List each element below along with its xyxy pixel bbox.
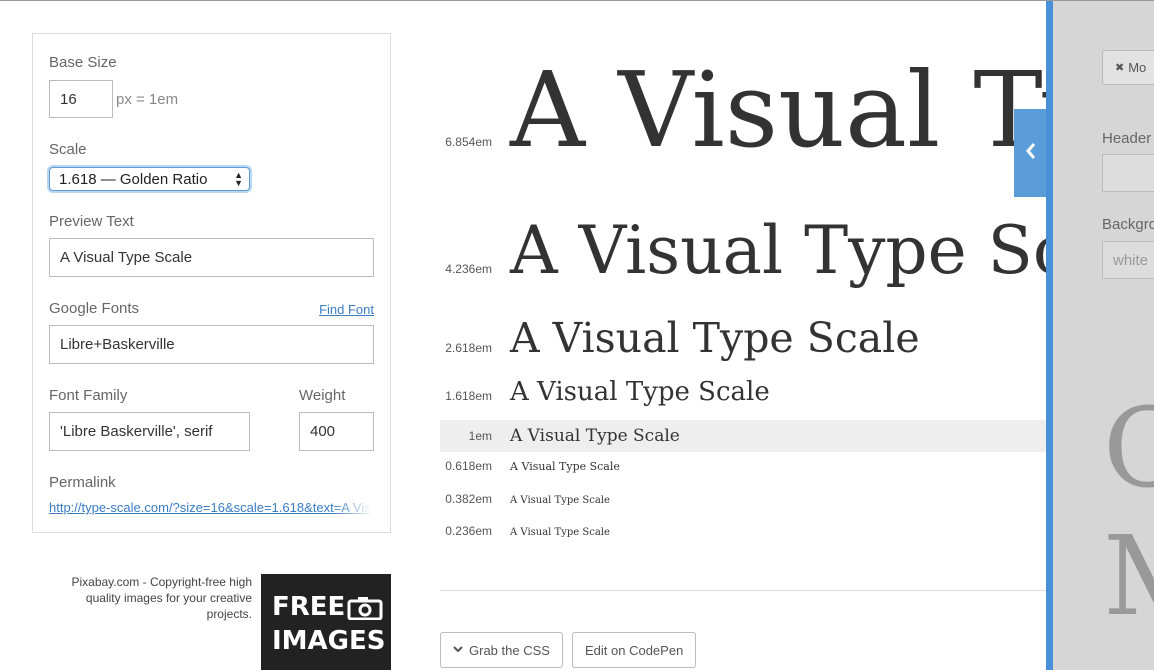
camera-icon [347, 596, 383, 626]
scale-select[interactable]: 1.618 — Golden Ratio ▲ ▼ [49, 167, 250, 191]
scale-row-text: A Visual Type Scale [510, 426, 680, 446]
panel-more-button[interactable]: ✖ Mo [1102, 50, 1154, 85]
scale-row: 6.854em A Visual Type Scale [440, 49, 1046, 171]
scale-row-text: A Visual Type Scale [510, 212, 1046, 289]
ad-image-line1: FREE [272, 592, 346, 622]
base-size-unit: px = 1em [116, 91, 179, 108]
settings-sidebar: Base Size px = 1em Scale 1.618 — Golden … [32, 33, 391, 533]
scale-row: 0.618em A Visual Type Scale [440, 459, 1046, 479]
scale-row-text: A Visual Type Scale [510, 527, 610, 538]
close-icon: ✖ [1115, 62, 1125, 74]
font-family-input-field[interactable] [60, 423, 239, 440]
header-input[interactable] [1102, 154, 1154, 192]
base-size-input[interactable] [49, 80, 113, 118]
scale-row-em: 1.618em [445, 389, 492, 403]
type-scale-preview: 6.854em A Visual Type Scale 4.236em A Vi… [440, 41, 1046, 601]
scale-row: 4.236em A Visual Type Scale [440, 212, 1046, 289]
base-size-label: Base Size [49, 54, 117, 71]
scale-row-base: 1em A Visual Type Scale [440, 420, 1046, 452]
panel-more-label: Mo [1128, 60, 1147, 75]
scale-row-em: 2.618em [445, 341, 492, 355]
scale-row-text: A Visual Type Scale [510, 49, 1046, 171]
font-family-input[interactable] [49, 412, 250, 451]
google-fonts-input[interactable] [49, 325, 374, 364]
scale-select-value: 1.618 — Golden Ratio [59, 170, 208, 188]
scale-row: 1.618em A Visual Type Scale [440, 377, 1046, 411]
grab-css-button[interactable]: Grab the CSS [440, 632, 563, 668]
ad-image[interactable]: FREE IMAGES [261, 574, 391, 670]
chevron-left-icon [1025, 140, 1037, 166]
panel-toggle-button[interactable] [1014, 109, 1048, 197]
ad-image-line2: IMAGES [272, 626, 386, 656]
header-label: Header [1102, 130, 1152, 147]
scale-label: Scale [49, 141, 87, 158]
preview-text-input[interactable] [49, 238, 374, 277]
scale-row-text: A Visual Type Scale [510, 377, 770, 407]
scale-row-text: A Visual Type Scale [510, 460, 620, 473]
font-family-label: Font Family [49, 387, 128, 404]
permalink-label: Permalink [49, 474, 116, 491]
chevron-down-icon [453, 644, 463, 656]
permalink-link[interactable]: http://type-scale.com/?size=16&scale=1.6… [49, 500, 371, 515]
panel-preview-letter: C [1103, 393, 1154, 503]
base-size-input-field[interactable] [60, 90, 102, 108]
preview-text-label: Preview Text [49, 213, 134, 230]
background-input[interactable]: white [1102, 241, 1154, 279]
permalink-fade [333, 496, 373, 518]
edit-codepen-label: Edit on CodePen [585, 642, 684, 658]
background-label: Backgro [1102, 216, 1154, 233]
find-font-link[interactable]: Find Font [319, 302, 374, 317]
scale-row-text: A Visual Type Scale [510, 495, 610, 506]
ad-text[interactable]: Pixabay.com - Copyright-free high qualit… [60, 574, 252, 622]
weight-input-field[interactable] [310, 423, 363, 440]
scale-row: 0.236em A Visual Type Scale [440, 524, 1046, 542]
scale-row-em: 0.382em [445, 492, 492, 506]
edit-codepen-button[interactable]: Edit on CodePen [572, 632, 697, 668]
panel-preview-letter: M [1103, 521, 1154, 631]
scale-row-em: 0.618em [445, 459, 492, 473]
scale-row-em: 6.854em [445, 135, 492, 149]
scale-row-em: 1em [468, 429, 492, 443]
select-arrows-icon: ▲ ▼ [234, 170, 243, 188]
grab-css-label: Grab the CSS [469, 642, 550, 658]
scale-row: 2.618em A Visual Type Scale [440, 314, 1046, 362]
weight-input[interactable] [299, 412, 374, 451]
scale-row: 0.382em A Visual Type Scale [440, 492, 1046, 510]
scale-row-text: A Visual Type Scale [510, 314, 920, 362]
scale-row-em: 4.236em [445, 262, 492, 276]
preview-text-input-field[interactable] [60, 249, 363, 266]
preview-divider [440, 590, 1046, 591]
scale-row-em: 0.236em [445, 524, 492, 538]
weight-label: Weight [299, 387, 346, 404]
google-fonts-input-field[interactable] [60, 336, 363, 353]
settings-panel: ✖ Mo Header Backgro white C M [1046, 1, 1154, 670]
google-fonts-label: Google Fonts [49, 300, 140, 317]
